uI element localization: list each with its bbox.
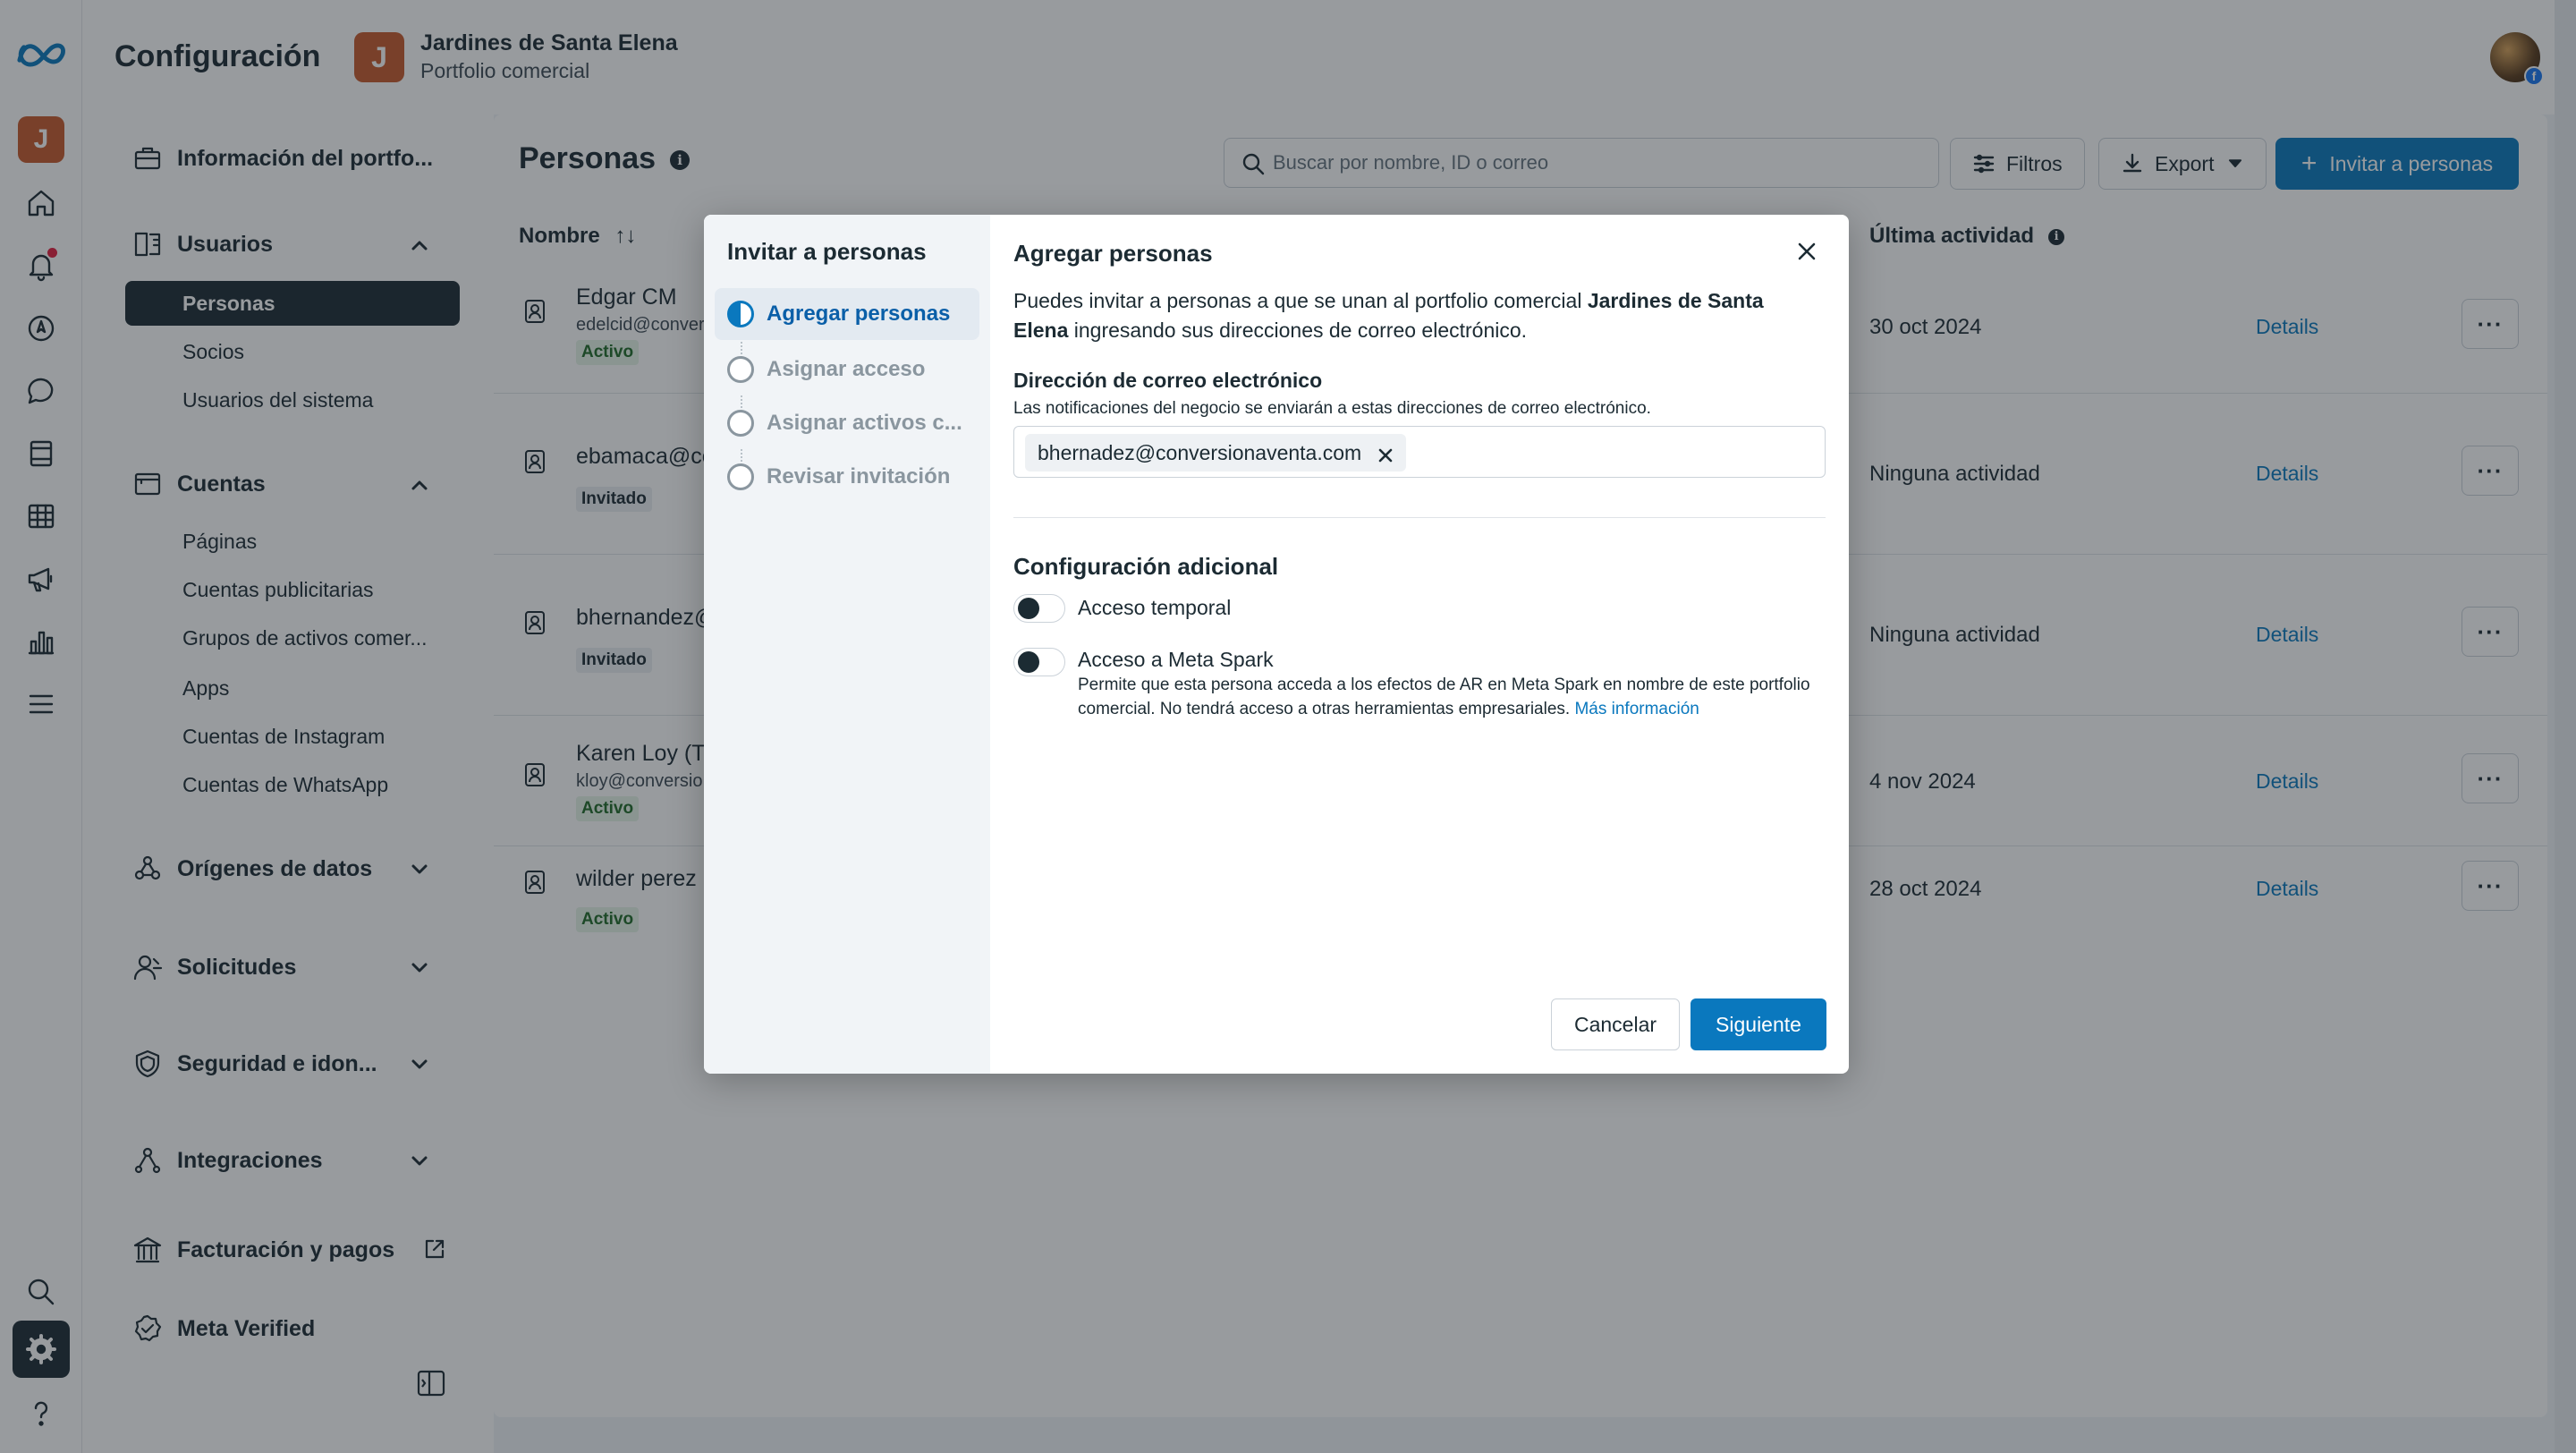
email-chip: bhernadez@conversionaventa.com — [1025, 434, 1407, 472]
step-review-invitation[interactable]: Revisar invitación — [715, 451, 979, 503]
step-progress-icon — [727, 301, 754, 327]
description-text-end: ingresando sus direcciones de correo ele… — [1068, 319, 1528, 342]
step-pending-icon — [727, 463, 754, 490]
cancel-button[interactable]: Cancelar — [1551, 998, 1680, 1050]
close-icon[interactable] — [1793, 238, 1820, 265]
email-field-help: Las notificaciones del negocio se enviar… — [1013, 399, 1651, 418]
email-chip-text: bhernadez@conversionaventa.com — [1038, 440, 1362, 464]
temporary-access-toggle[interactable] — [1013, 594, 1065, 623]
next-button[interactable]: Siguiente — [1690, 998, 1826, 1050]
meta-spark-description: Permite que esta persona acceda a los ef… — [1078, 673, 1829, 721]
remove-chip-icon[interactable] — [1377, 445, 1394, 463]
step-label: Agregar personas — [767, 302, 951, 326]
toggle-knob — [1018, 598, 1039, 619]
step-assign-assets[interactable]: Asignar activos c... — [715, 397, 979, 449]
temporary-access-label: Acceso temporal — [1078, 596, 1232, 619]
divider — [1013, 517, 1826, 518]
meta-spark-description-text: Permite que esta persona acceda a los ef… — [1078, 676, 1810, 718]
additional-settings-title: Configuración adicional — [1013, 553, 1279, 580]
meta-spark-label: Acceso a Meta Spark — [1078, 648, 1274, 671]
step-label: Revisar invitación — [767, 464, 951, 489]
dialog-title: Agregar personas — [1013, 240, 1213, 267]
wizard-steps: Invitar a personas Agregar personas Asig… — [704, 215, 990, 1074]
wizard-title: Invitar a personas — [727, 238, 927, 265]
step-label: Asignar acceso — [767, 357, 926, 381]
email-field[interactable]: bhernadez@conversionaventa.com — [1013, 426, 1826, 478]
more-info-link[interactable]: Más información — [1574, 700, 1699, 718]
step-pending-icon — [727, 410, 754, 437]
toggle-knob — [1018, 651, 1039, 673]
meta-spark-toggle[interactable] — [1013, 648, 1065, 676]
email-field-label: Dirección de correo electrónico — [1013, 369, 1323, 392]
step-pending-icon — [727, 356, 754, 383]
description-text: Puedes invitar a personas a que se unan … — [1013, 289, 1588, 312]
step-assign-access[interactable]: Asignar acceso — [715, 344, 979, 395]
invite-people-dialog: Invitar a personas Agregar personas Asig… — [704, 215, 1849, 1074]
step-label: Asignar activos c... — [767, 411, 962, 435]
dialog-description: Puedes invitar a personas a que se unan … — [1013, 286, 1818, 345]
step-add-people[interactable]: Agregar personas — [715, 288, 979, 340]
